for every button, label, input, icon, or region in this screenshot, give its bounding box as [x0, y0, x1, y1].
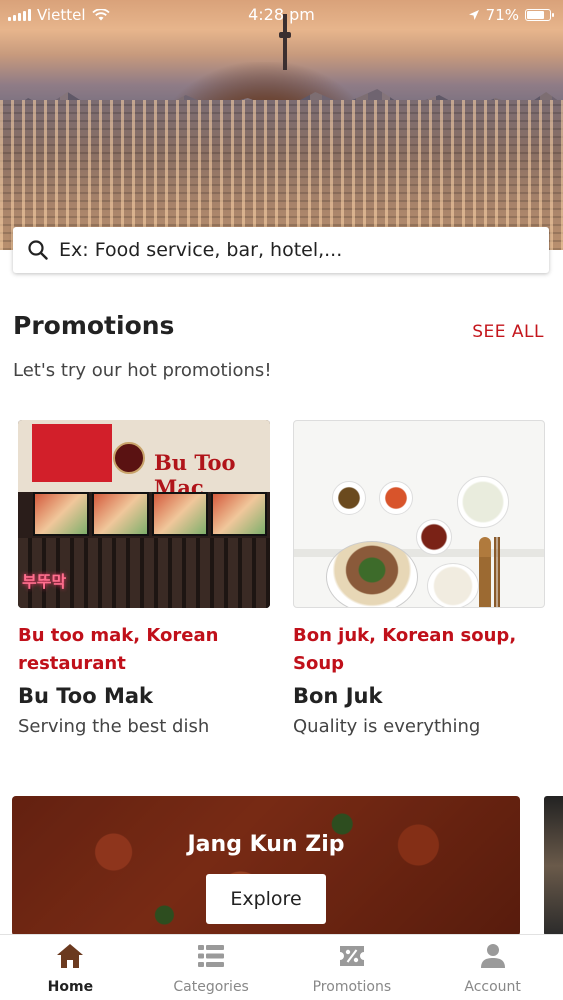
tab-label: Home	[47, 979, 94, 995]
restaurant-photo: Bu Too Mac 부뚜막	[18, 420, 270, 608]
explore-button[interactable]: Explore	[206, 874, 326, 924]
side-dish-bowl	[332, 481, 366, 515]
status-bar: Viettel 4:28 pm 71%	[0, 0, 563, 30]
card-description: Serving the best dish	[18, 716, 210, 737]
sign-red-panel	[32, 424, 112, 482]
search-icon	[28, 240, 48, 260]
list-icon	[198, 945, 225, 967]
promotion-card[interactable]: Bon juk, Korean soup, Soup Bon Juk Quali…	[293, 420, 545, 737]
card-title: Bu Too Mak	[18, 684, 154, 708]
tab-home[interactable]: Home	[0, 935, 141, 1000]
sauce-bowl	[416, 519, 452, 555]
battery-percent: 71%	[485, 6, 519, 24]
banner-title: Jang Kun Zip	[187, 832, 345, 857]
battery-icon	[525, 9, 554, 21]
card-title: Bon Juk	[293, 684, 383, 708]
next-banner-peek[interactable]	[544, 796, 563, 936]
search-input[interactable]	[59, 239, 519, 261]
side-dish-bowl	[379, 481, 413, 515]
neon-sign: 부뚜막	[22, 572, 67, 591]
tab-label: Categories	[173, 979, 249, 995]
menu-boards	[30, 492, 270, 536]
section-subtitle: Let's try our hot promotions!	[13, 360, 272, 381]
tab-label: Promotions	[312, 979, 392, 995]
spoon-icon	[479, 537, 491, 607]
see-all-link[interactable]: SEE ALL	[472, 322, 544, 342]
card-category: Bon juk, Korean soup, Soup	[293, 625, 517, 674]
card-category: Bu too mak, Korean restaurant	[18, 625, 219, 674]
chopsticks-icon	[494, 537, 500, 607]
soup-bowl	[457, 476, 509, 528]
featured-banner[interactable]: Jang Kun Zip Explore	[12, 796, 520, 936]
search-bar[interactable]	[13, 227, 549, 273]
tab-categories[interactable]: Categories	[141, 935, 282, 1000]
home-icon	[57, 944, 84, 968]
tab-account[interactable]: Account	[422, 935, 563, 1000]
promotion-card[interactable]: Bu Too Mac 부뚜막 Bu too mak, Korean restau…	[18, 420, 270, 737]
rice-bowl	[427, 563, 479, 607]
section-title: Promotions	[13, 311, 175, 340]
tab-promotions[interactable]: Promotions	[282, 935, 423, 1000]
tab-label: Account	[464, 979, 521, 995]
ticket-icon	[339, 946, 364, 966]
card-description: Quality is everything	[293, 716, 481, 737]
hero-city-image	[0, 0, 563, 250]
bibimbap-bowl	[326, 541, 418, 607]
person-icon	[480, 944, 505, 968]
bottom-tab-bar: Home Categories Promotions Account	[0, 934, 563, 1000]
food-photo	[293, 420, 545, 608]
restaurant-logo	[113, 442, 145, 474]
location-arrow-icon	[468, 10, 479, 20]
